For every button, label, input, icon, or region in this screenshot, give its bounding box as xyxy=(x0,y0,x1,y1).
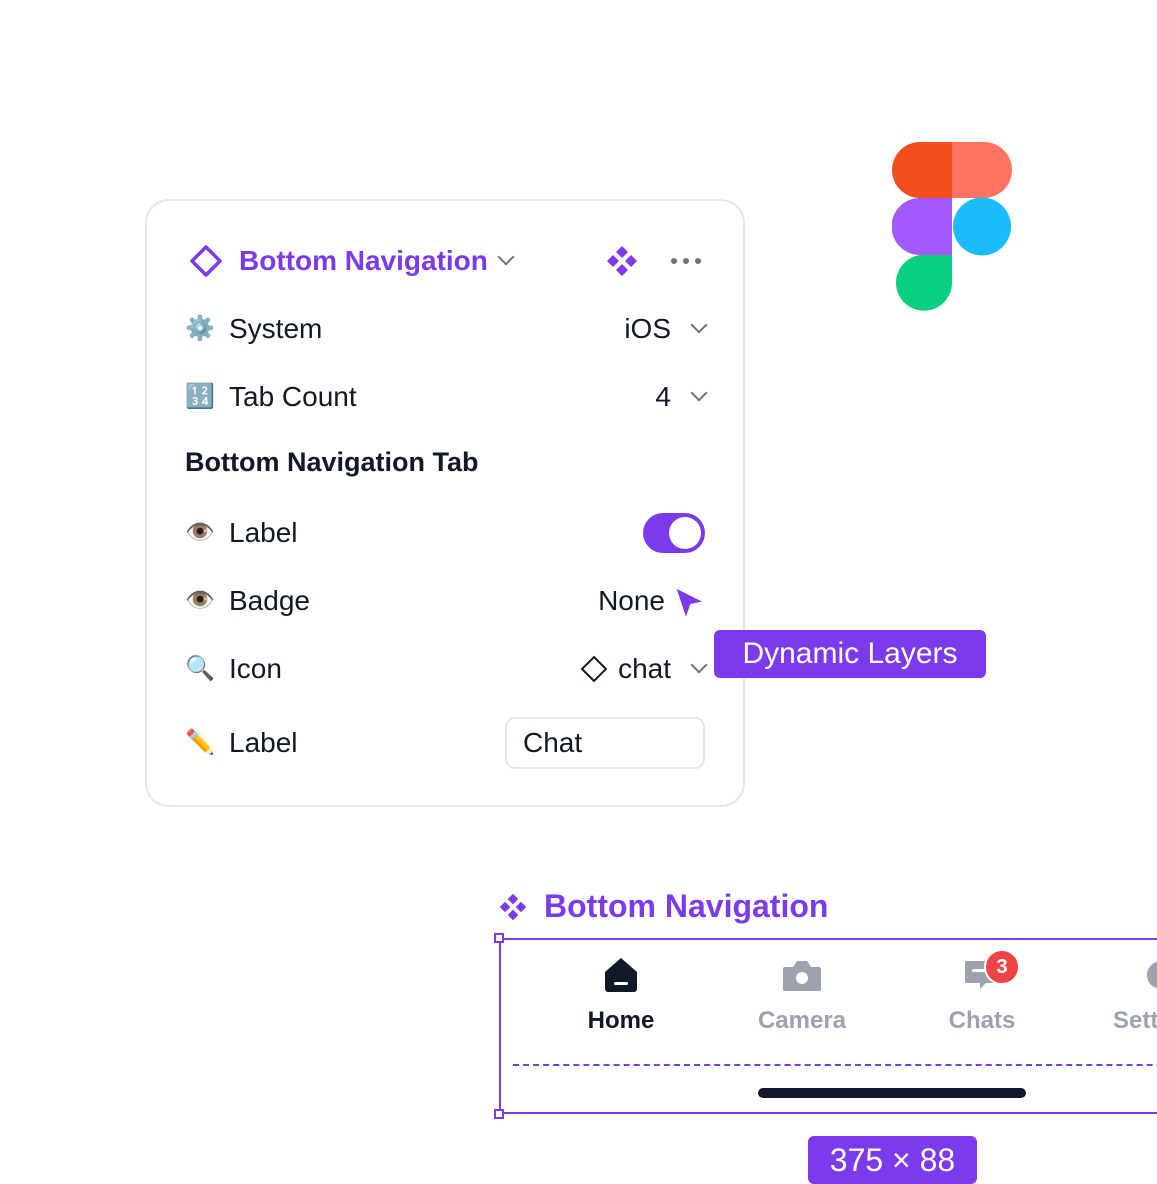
component-instance-icon xyxy=(190,245,222,277)
component-properties-panel: Bottom Navigation ⚙️ System iOS 🔢 Tab Co… xyxy=(145,199,745,807)
pencil-icon: ✏️ xyxy=(185,729,215,756)
label-toggle[interactable] xyxy=(643,513,705,553)
system-value: iOS xyxy=(624,313,671,344)
go-to-main-component-icon[interactable] xyxy=(605,244,639,278)
figma-logo xyxy=(892,142,1012,311)
system-label: System xyxy=(229,313,323,344)
eye-icon: 👁️ xyxy=(185,519,215,546)
badge-property-row[interactable]: 👁️ Badge None xyxy=(185,581,705,621)
tab-settings-label: Sett xyxy=(1113,1007,1157,1034)
settings-icon xyxy=(1147,961,1157,989)
preview-title: Bottom Navigation xyxy=(498,888,828,925)
cursor-icon xyxy=(674,586,706,621)
label-text-row[interactable]: ✏️ Label Chat xyxy=(185,715,705,771)
home-indicator xyxy=(758,1088,1026,1098)
dynamic-layers-tag: Dynamic Layers xyxy=(714,630,986,678)
chevron-down-icon xyxy=(497,248,515,266)
more-options-icon[interactable] xyxy=(669,256,703,266)
resize-handle-top-left[interactable] xyxy=(494,933,504,943)
component-name-dropdown[interactable] xyxy=(488,248,518,266)
size-tag: 375 × 88 xyxy=(808,1136,977,1184)
tab-home-label: Home xyxy=(587,1007,655,1034)
resize-handle-bottom-left[interactable] xyxy=(494,1109,504,1119)
tab-count-property-row[interactable]: 🔢 Tab Count 4 xyxy=(185,377,708,417)
eye-icon: 👁️ xyxy=(185,587,215,614)
badge-label: Badge xyxy=(229,585,310,616)
tab-settings[interactable]: Sett xyxy=(1085,955,1157,1035)
gear-icon: ⚙️ xyxy=(185,315,215,342)
badge-select[interactable]: None xyxy=(598,585,665,617)
component-icon xyxy=(499,893,527,920)
tab-count-value: 4 xyxy=(655,381,671,412)
panel-header: Bottom Navigation xyxy=(189,237,703,285)
label-visibility-row[interactable]: 👁️ Label xyxy=(185,513,705,553)
chevron-down-icon xyxy=(690,384,708,402)
tab-count-select[interactable]: 4 xyxy=(655,381,708,413)
magnifier-icon: 🔍 xyxy=(185,655,215,682)
safe-area-divider xyxy=(513,1064,1157,1066)
label-visibility-label: Label xyxy=(229,517,298,548)
tab-home[interactable]: Home xyxy=(541,955,701,1035)
tab-camera-label: Camera xyxy=(757,1007,847,1034)
camera-icon xyxy=(783,961,821,991)
preview-title-text: Bottom Navigation xyxy=(544,888,829,924)
numbers-icon: 🔢 xyxy=(185,383,215,410)
icon-label: Icon xyxy=(229,653,282,684)
system-property-row[interactable]: ⚙️ System iOS xyxy=(185,309,708,349)
badge-value: None xyxy=(598,585,665,616)
label-text-label: Label xyxy=(229,727,298,758)
icon-value: chat xyxy=(618,653,671,684)
section-title: Bottom Navigation Tab xyxy=(185,447,479,477)
chevron-down-icon xyxy=(690,656,708,674)
icon-property-row[interactable]: 🔍 Icon chat xyxy=(185,649,708,689)
home-icon xyxy=(605,958,637,992)
tab-chats-label: Chats xyxy=(948,1007,1016,1034)
diamond-icon xyxy=(580,655,608,683)
chevron-down-icon xyxy=(690,316,708,334)
component-name: Bottom Navigation xyxy=(239,245,488,276)
tab-chats[interactable]: Chats xyxy=(902,955,1062,1035)
tab-count-label: Tab Count xyxy=(229,381,357,412)
system-select[interactable]: iOS xyxy=(624,313,708,345)
icon-select[interactable]: chat xyxy=(580,653,708,685)
tab-camera[interactable]: Camera xyxy=(722,955,882,1035)
chats-badge: 3 xyxy=(984,949,1020,985)
label-text-input[interactable]: Chat xyxy=(505,717,705,769)
